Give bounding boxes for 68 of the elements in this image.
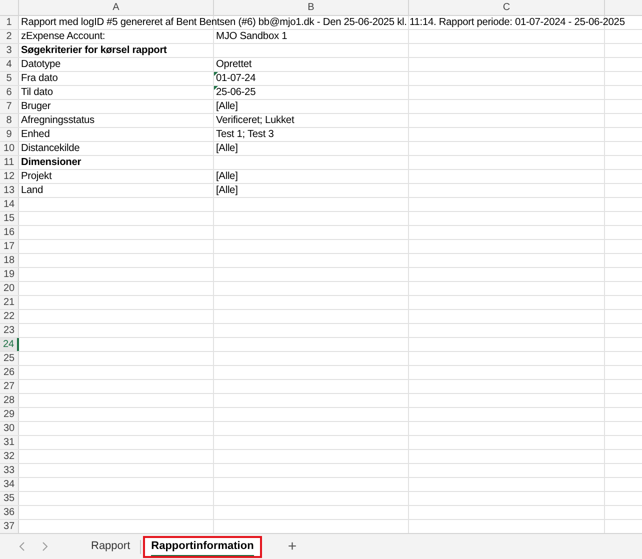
row-header[interactable]: 5	[0, 72, 19, 85]
row-header[interactable]: 18	[0, 254, 19, 267]
row-header[interactable]: 8	[0, 114, 19, 127]
cell-text: Test 1; Test 3	[215, 128, 274, 142]
cell-text: Bruger	[20, 100, 51, 114]
row-header[interactable]: 32	[0, 450, 19, 463]
row-header[interactable]: 10	[0, 142, 19, 155]
chevron-right-icon[interactable]	[42, 542, 48, 551]
row-header[interactable]: 3	[0, 44, 19, 57]
row-header[interactable]: 36	[0, 506, 19, 519]
row-header[interactable]: 12	[0, 170, 19, 183]
row-header[interactable]: 26	[0, 366, 19, 379]
row-header[interactable]: 4	[0, 58, 19, 71]
cell-text: [Alle]	[215, 100, 238, 114]
row-header[interactable]: 13	[0, 184, 19, 197]
cell-text: Land	[20, 184, 44, 198]
cell-text: [Alle]	[215, 184, 238, 198]
row-header[interactable]: 1	[0, 16, 19, 29]
row-header[interactable]: 11	[0, 156, 19, 169]
row-header[interactable]: 6	[0, 86, 19, 99]
cell-text: 01-07-24	[215, 72, 256, 86]
cell-text: Afregningsstatus	[20, 114, 94, 128]
row-header[interactable]: 23	[0, 324, 19, 337]
column-header[interactable]: C	[409, 0, 605, 15]
chevron-left-icon[interactable]	[19, 542, 25, 551]
cell-text: Distancekilde	[20, 142, 80, 156]
row-header[interactable]: 31	[0, 436, 19, 449]
row-header[interactable]: 22	[0, 310, 19, 323]
cell-text: Enhed	[20, 128, 50, 142]
cell-text: Søgekriterier for kørsel rapport	[20, 44, 167, 58]
row-header[interactable]: 30	[0, 422, 19, 435]
row-header[interactable]: 34	[0, 478, 19, 491]
column-header[interactable]: B	[214, 0, 409, 15]
row-header[interactable]: 9	[0, 128, 19, 141]
cell-text: Oprettet	[215, 58, 252, 72]
row-header[interactable]: 29	[0, 408, 19, 421]
cell-text: Datotype	[20, 58, 61, 72]
row-header[interactable]: 28	[0, 394, 19, 407]
row-header[interactable]: 19	[0, 268, 19, 281]
cell-text: Til dato	[20, 86, 53, 100]
sheet-tab[interactable]: Rapport	[83, 536, 138, 558]
row-header[interactable]: 35	[0, 492, 19, 505]
row-header[interactable]: 37	[0, 520, 19, 533]
row-header[interactable]: 16	[0, 226, 19, 239]
cell-text: Verificeret; Lukket	[215, 114, 294, 128]
row-header[interactable]: 17	[0, 240, 19, 253]
column-header[interactable]: A	[19, 0, 214, 15]
sheet-tab[interactable]: Rapportinformation	[143, 536, 262, 558]
cell-text: zExpense Account:	[20, 30, 106, 44]
row-header[interactable]: 7	[0, 100, 19, 113]
row-header[interactable]: 21	[0, 296, 19, 309]
cell-text: [Alle]	[215, 170, 238, 184]
cell-text: Dimensioner	[20, 156, 82, 170]
row-header[interactable]: 15	[0, 212, 19, 225]
row-header[interactable]: 2	[0, 30, 19, 43]
row-header[interactable]: 33	[0, 464, 19, 477]
cell-text: Fra dato	[20, 72, 58, 86]
add-sheet-button[interactable]: +	[288, 539, 297, 554]
row-header[interactable]: 20	[0, 282, 19, 295]
row-header[interactable]: 25	[0, 352, 19, 365]
cell-text: [Alle]	[215, 142, 238, 156]
row-header[interactable]: 14	[0, 198, 19, 211]
cell-text: MJO Sandbox 1	[215, 30, 288, 44]
row-header[interactable]: 24	[0, 338, 19, 351]
row-header[interactable]: 27	[0, 380, 19, 393]
cell-text: Rapport med logID #5 genereret af Bent Bentsen (#6) bb@mjo1.dk - Den 25-06-2025 kl. 11:14. Rapport periode: 01-07-2024 - 25-06-2025	[20, 16, 625, 30]
cell-text: Projekt	[20, 170, 52, 184]
cell-text: 25-06-25	[215, 86, 256, 100]
